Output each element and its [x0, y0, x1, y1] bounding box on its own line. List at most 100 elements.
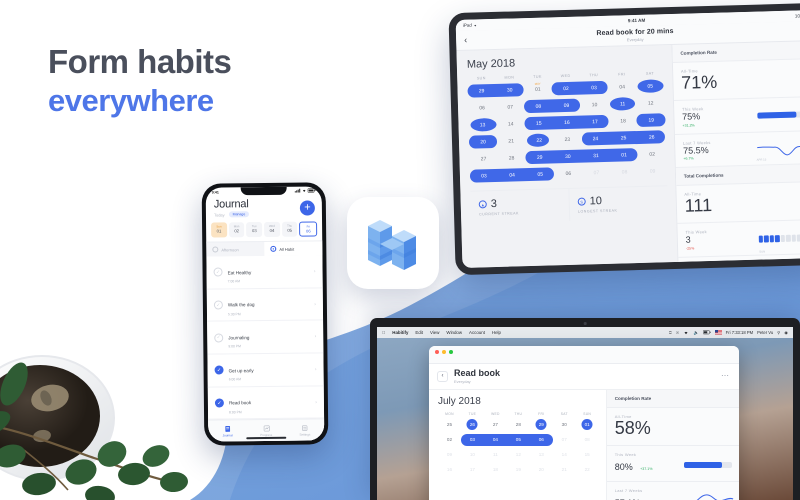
calendar-day[interactable]: 12 — [507, 447, 530, 462]
calendar-day[interactable]: 06 — [468, 99, 497, 117]
calendar-day[interactable]: 30 — [554, 148, 583, 166]
calendar-day[interactable]: 03 — [470, 167, 499, 185]
calendar-day[interactable]: 21 — [497, 132, 526, 150]
calendar-day[interactable]: 28 — [507, 417, 530, 432]
calendar-day[interactable]: 26 — [637, 128, 666, 146]
calendar-day[interactable]: 29 — [525, 148, 554, 166]
calendar-day[interactable]: 30 — [495, 81, 524, 99]
close-button[interactable] — [435, 350, 440, 355]
calendar-day[interactable]: 29 — [530, 417, 553, 432]
calendar-day[interactable]: 09 — [438, 447, 461, 462]
date-cell[interactable]: Sun 01 — [211, 222, 227, 238]
flag-icon[interactable] — [714, 330, 722, 335]
date-cell-selected[interactable]: Fri 06 — [299, 221, 318, 237]
calendar-day[interactable]: 27 — [469, 150, 498, 168]
volume-icon[interactable]: 🔈 — [693, 330, 698, 336]
calendar-day[interactable]: 09 — [638, 162, 667, 180]
manage-button[interactable]: Manage — [228, 211, 250, 218]
calendar-day[interactable]: 23 — [553, 131, 582, 149]
calendar-day[interactable]: 26 — [461, 417, 484, 432]
check-icon-done[interactable]: ✓ — [214, 365, 224, 375]
calendar-day[interactable]: 18 — [609, 112, 638, 130]
calendar-day[interactable]: 20 — [530, 462, 553, 477]
calendar-day[interactable]: 05 — [636, 77, 665, 95]
battery-icon[interactable] — [702, 330, 711, 335]
tab-journal[interactable]: Journal — [208, 420, 247, 441]
date-cell[interactable]: Tue 03 — [246, 222, 263, 238]
calendar-day[interactable]: MAY 01 — [524, 80, 553, 98]
calendar-day[interactable]: 07 — [496, 98, 525, 116]
calendar-day[interactable]: 09 — [552, 97, 581, 115]
chevron-left-icon[interactable]: ‹ — [464, 35, 467, 45]
calendar-day[interactable]: 07 — [553, 432, 576, 447]
menu-item-habitify[interactable]: Habitify — [392, 330, 408, 335]
chevron-right-icon[interactable]: › — [314, 268, 316, 274]
calendar-day[interactable]: 22 — [525, 131, 554, 149]
menu-user[interactable]: Peter Vu — [757, 330, 773, 335]
habit-row[interactable]: ✓ Walk the dog 5:30 PM › — [206, 288, 324, 322]
check-icon-done[interactable]: ✓ — [214, 398, 224, 408]
calendar-day[interactable]: 13 — [468, 116, 497, 134]
calendar-day[interactable]: 05 — [526, 165, 555, 183]
chevron-left-icon[interactable]: ‹ — [437, 370, 448, 382]
date-cell[interactable]: Mon 02 — [228, 222, 245, 238]
dnd-icon[interactable]: ☉ — [676, 330, 680, 335]
add-habit-button[interactable]: + — [299, 200, 315, 216]
calendar-day[interactable]: 31 — [582, 147, 611, 165]
calendar-day[interactable]: 02 — [438, 432, 461, 447]
calendar-day[interactable]: 27 — [484, 417, 507, 432]
keyboard-icon[interactable]: ⎕ — [669, 330, 672, 335]
calendar-day[interactable]: 14 — [553, 447, 576, 462]
calendar-day[interactable]: 20 — [469, 133, 498, 151]
tab-settings[interactable]: Settings — [285, 419, 324, 440]
menu-item-window[interactable]: Window — [446, 330, 462, 335]
filter-afternoon[interactable]: Afternoon — [206, 242, 264, 257]
menu-item-view[interactable]: View — [430, 330, 439, 335]
calendar-day[interactable]: 29 — [467, 82, 496, 100]
calendar-day[interactable]: 02 — [552, 80, 581, 98]
calendar-day[interactable]: 10 — [461, 447, 484, 462]
calendar-day[interactable]: 30 — [553, 417, 576, 432]
minimize-button[interactable] — [442, 350, 447, 355]
menu-item-edit[interactable]: Edit — [415, 330, 423, 335]
calendar-day[interactable]: 06 — [554, 165, 583, 183]
check-icon[interactable]: ✓ — [213, 300, 223, 310]
calendar-day[interactable]: 07 — [582, 164, 611, 182]
calendar-day[interactable]: 15 — [576, 447, 599, 462]
calendar-day[interactable]: 25 — [609, 129, 638, 147]
calendar-day[interactable]: 19 — [507, 462, 530, 477]
chevron-right-icon[interactable]: › — [315, 366, 317, 372]
calendar-day[interactable]: 18 — [484, 462, 507, 477]
calendar-day[interactable]: 08 — [576, 432, 599, 447]
control-center-icon[interactable]: ◉ — [784, 330, 788, 335]
calendar-day[interactable]: 19 — [637, 111, 666, 129]
calendar-day[interactable]: 21 — [553, 462, 576, 477]
calendar-day[interactable]: 05 — [507, 432, 530, 447]
calendar-day[interactable]: 15 — [525, 114, 554, 132]
calendar-day[interactable]: 08 — [524, 97, 553, 115]
chevron-right-icon[interactable]: › — [314, 301, 316, 307]
zoom-button[interactable] — [449, 350, 454, 355]
calendar-day[interactable]: 03 — [461, 432, 484, 447]
calendar-day[interactable]: 25 — [438, 417, 461, 432]
calendar-day[interactable]: 11 — [608, 95, 637, 113]
calendar-day[interactable]: 02 — [638, 145, 667, 163]
calendar-day[interactable]: 16 — [438, 462, 461, 477]
calendar-day[interactable]: 16 — [553, 114, 582, 132]
chevron-right-icon[interactable]: › — [315, 334, 317, 340]
date-cell[interactable]: Wed 04 — [264, 221, 280, 238]
habit-row[interactable]: ✓ Read book 8:00 PM › — [207, 386, 325, 421]
habit-row[interactable]: ✓ Journaling 9:00 PM › — [207, 320, 324, 355]
calendar-day[interactable]: 13 — [530, 447, 553, 462]
menu-item-account[interactable]: Account — [469, 330, 485, 335]
chevron-right-icon[interactable]: › — [315, 399, 317, 405]
check-icon[interactable]: ✓ — [213, 267, 223, 277]
calendar-day[interactable]: 01 — [576, 417, 599, 432]
calendar-day[interactable]: 01 — [610, 146, 639, 164]
calendar-day[interactable]: 04 — [484, 432, 507, 447]
calendar-day[interactable]: 24 — [581, 130, 610, 148]
menu-clock[interactable]: Fri 7:33:18 PM — [726, 330, 753, 335]
habit-row[interactable]: ✓ Get up early 6:00 AM › — [207, 353, 324, 388]
apple-icon[interactable]:  — [382, 330, 385, 335]
calendar-day[interactable]: 04 — [498, 166, 527, 184]
